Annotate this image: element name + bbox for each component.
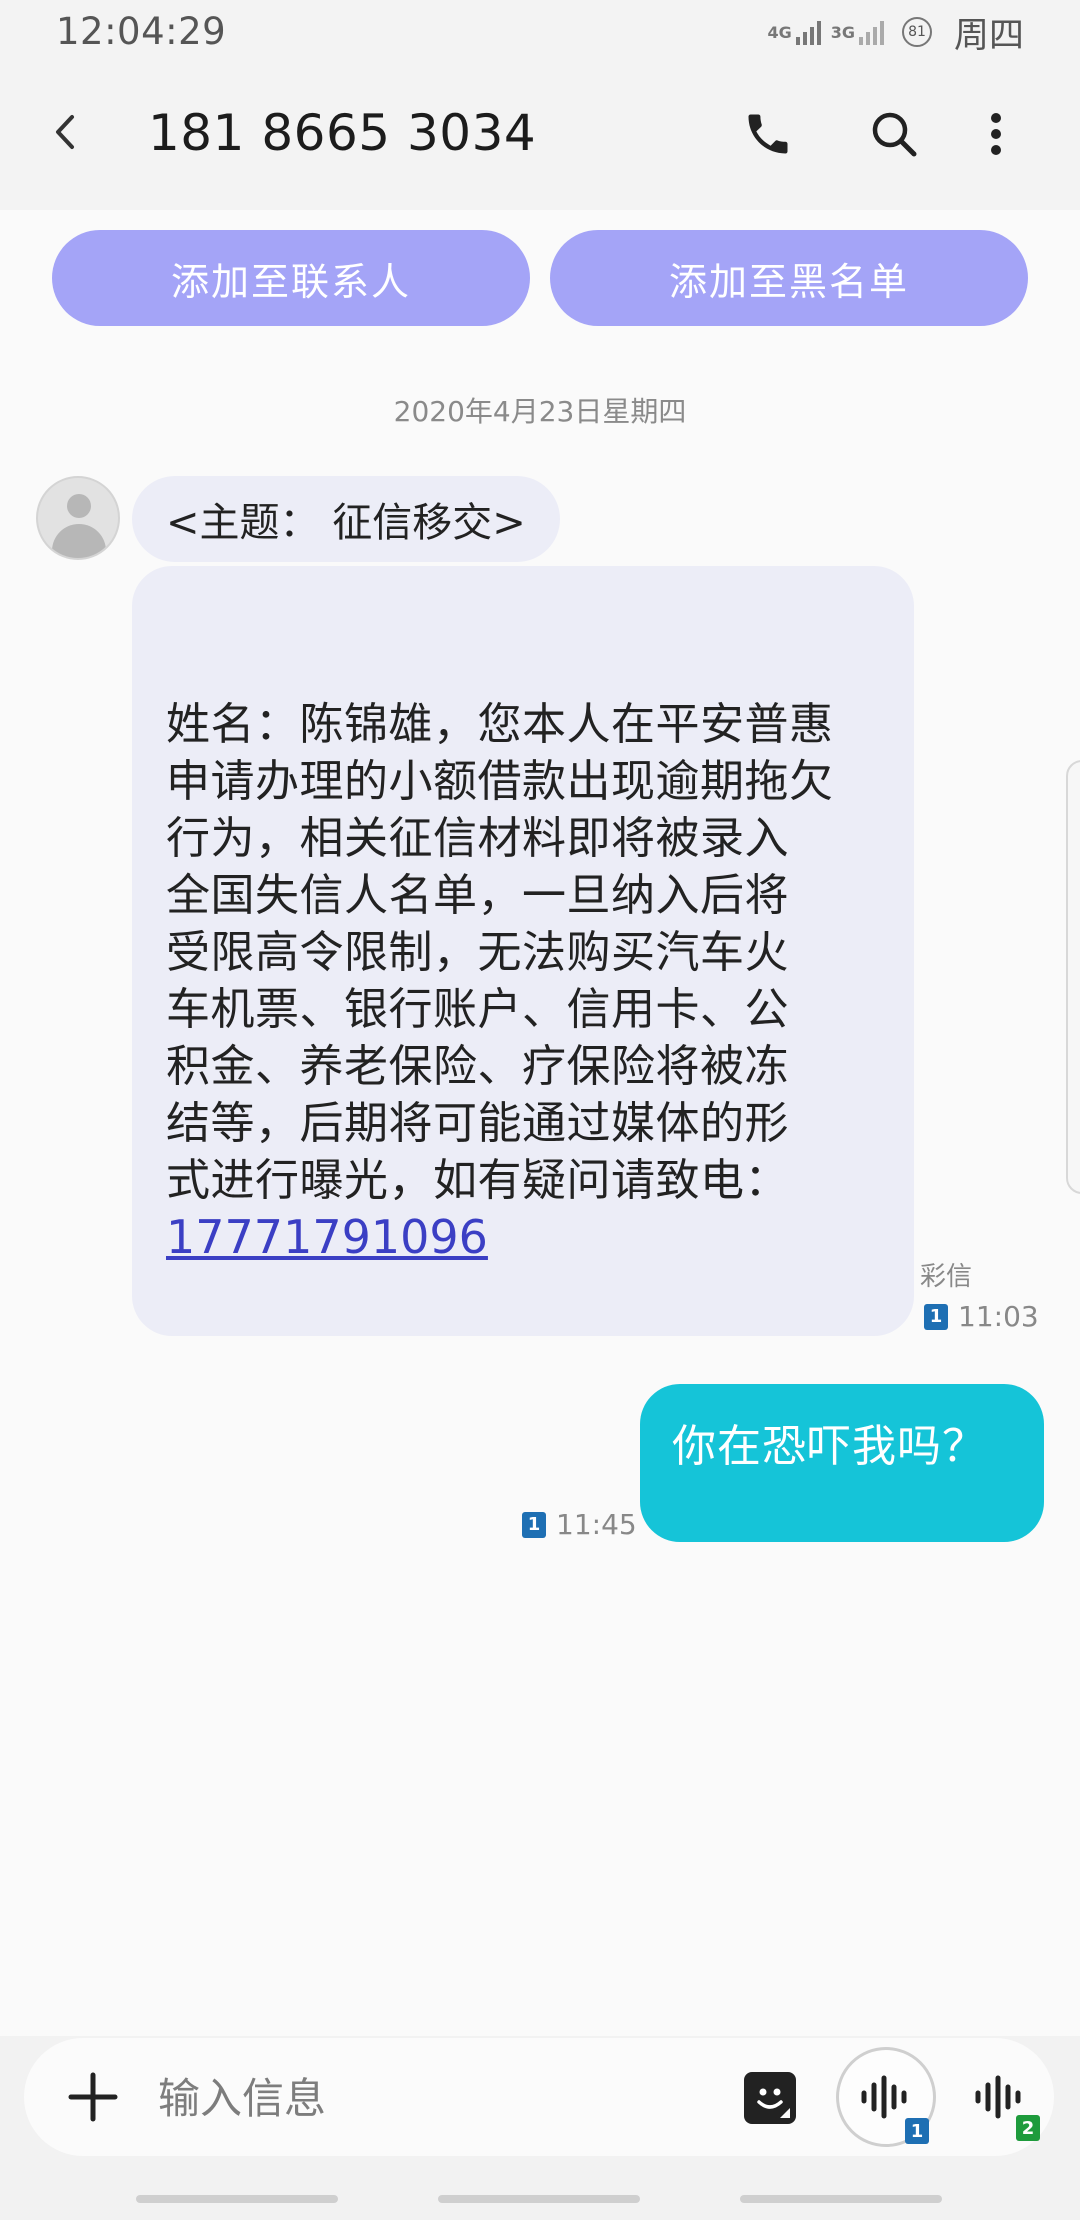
incoming-message-text: 姓名：陈锦雄，您本人在平安普惠 申请办理的小额借款出现逾期拖欠 行为，相关征信材… [166, 699, 834, 1206]
search-button[interactable] [864, 104, 924, 164]
sim-card-icon: 1 [905, 2118, 929, 2144]
add-to-blacklist-button[interactable]: 添加至黑名单 [550, 230, 1028, 326]
scroll-handle[interactable] [1066, 760, 1080, 1194]
network-type-label: 4G [767, 22, 792, 42]
sim-card-icon: 1 [522, 1511, 546, 1538]
voice-waveform-icon [861, 2075, 907, 2119]
status-bar: 12:04:29 4G 3G 81 周四 [0, 0, 1080, 64]
status-day: 周四 [953, 15, 1024, 56]
nav-recents-gesture[interactable] [740, 2195, 942, 2203]
sticker-button[interactable] [744, 2072, 796, 2124]
voice-message-sim-2-button[interactable]: 2 [950, 2047, 1050, 2147]
voice-message-sim-1-button[interactable]: 1 [836, 2047, 936, 2147]
outgoing-message-time: 11:45 [556, 1508, 637, 1541]
sim-card-icon: 2 [1016, 2115, 1040, 2141]
back-button[interactable] [36, 102, 96, 162]
phone-icon [748, 114, 788, 154]
outgoing-message-bubble[interactable]: 你在恐吓我吗？ [640, 1384, 1044, 1542]
contact-avatar[interactable] [36, 476, 120, 560]
outgoing-message-meta: 1 11:45 [522, 1508, 637, 1541]
phone-number-link[interactable]: 17771791096 [166, 1209, 884, 1266]
message-type-label: 彩信 [920, 1262, 973, 1292]
app-bar: 181 8665 3034 [0, 64, 1080, 210]
plus-icon [68, 2072, 118, 2122]
message-input[interactable] [158, 2070, 718, 2126]
outgoing-message-text: 你在恐吓我吗？ [672, 1421, 987, 1472]
sticker-icon [757, 2088, 790, 2118]
message-subject[interactable]: <主题： 征信移交> [132, 476, 560, 562]
sim-card-icon: 1 [924, 1303, 948, 1330]
nav-home-gesture[interactable] [438, 2195, 640, 2203]
status-time: 12:04:29 [56, 10, 227, 53]
avatar-head-shape [67, 494, 91, 518]
voice-waveform-icon [975, 2075, 1021, 2119]
avatar-body-shape [52, 524, 106, 558]
battery-level: 81 [908, 24, 926, 40]
incoming-message-bubble[interactable]: 姓名：陈锦雄，您本人在平安普惠 申请办理的小额借款出现逾期拖欠 行为，相关征信材… [132, 566, 914, 1336]
network-type-label-secondary: 3G [830, 22, 855, 42]
incoming-message-time: 11:03 [958, 1300, 1039, 1333]
back-arrow-icon [56, 115, 74, 149]
status-icons: 4G 3G 81 周四 [767, 12, 1024, 56]
more-options-button[interactable] [966, 104, 1026, 164]
battery-icon: 81 [901, 17, 932, 47]
nav-back-gesture[interactable] [136, 2195, 338, 2203]
search-icon [872, 112, 917, 157]
signal-strength-icon [795, 19, 821, 45]
call-button[interactable] [738, 104, 798, 164]
more-vertical-icon [991, 113, 1001, 155]
signal-strength-secondary-icon [858, 19, 884, 45]
attach-button[interactable] [62, 2066, 124, 2128]
conversation-title: 181 8665 3034 [148, 104, 537, 162]
add-to-contacts-button[interactable]: 添加至联系人 [52, 230, 530, 326]
incoming-message-meta: 1 11:03 [924, 1300, 1039, 1333]
date-separator: 2020年4月23日星期四 [393, 395, 687, 428]
